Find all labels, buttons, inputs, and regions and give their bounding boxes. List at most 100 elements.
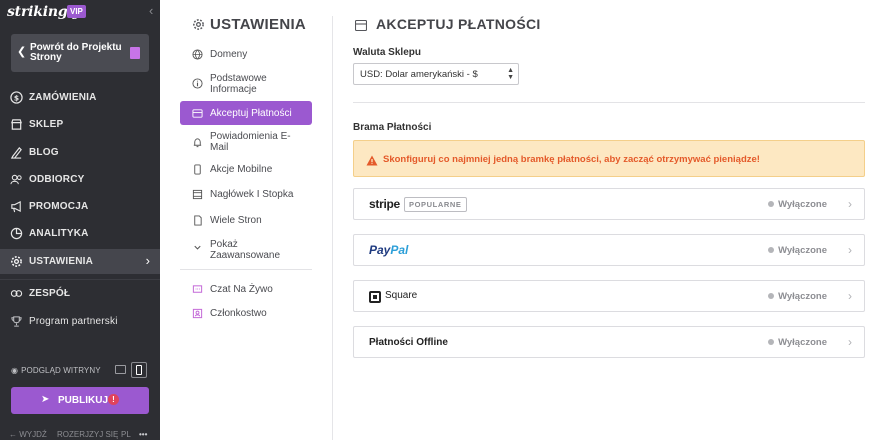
desktop-preview-icon[interactable] bbox=[115, 365, 126, 374]
subnav-accept-payments-label: Akceptuj Płatności bbox=[210, 108, 292, 119]
logout-link[interactable]: ← WYJDŹ bbox=[9, 430, 47, 439]
publish-alert-badge: ! bbox=[108, 394, 119, 405]
currency-value: USD: Dolar amerykański - $ bbox=[360, 69, 478, 80]
section-divider bbox=[353, 102, 865, 103]
mobile-preview-toggle[interactable] bbox=[131, 362, 147, 378]
nav-partner-program[interactable]: Program partnerski bbox=[0, 309, 160, 334]
sidebar-divider bbox=[0, 279, 160, 280]
info-icon bbox=[192, 78, 203, 89]
nav-orders[interactable]: $ ZAMÓWIENIA bbox=[0, 85, 160, 110]
gateway-stripe-row[interactable]: stripe POPULARNE Wyłączone › bbox=[353, 188, 865, 220]
subnav-show-advanced[interactable]: Pokaż Zaawansowane bbox=[180, 238, 312, 262]
preview-text: PODGLĄD WITRYNY bbox=[21, 366, 101, 375]
subnav-divider bbox=[180, 269, 312, 270]
gear-icon bbox=[10, 255, 23, 268]
chevron-right-icon: › bbox=[848, 243, 852, 257]
warning-banner: Skonfiguruj co najmniej jedną bramkę pła… bbox=[353, 140, 865, 177]
subnav-domains-label: Domeny bbox=[210, 49, 248, 60]
collapse-sidebar-icon[interactable]: ‹ bbox=[149, 3, 153, 18]
pages-icon bbox=[192, 215, 203, 226]
page-icon bbox=[130, 47, 140, 59]
subnav-membership[interactable]: Członkostwo bbox=[180, 307, 312, 321]
currency-select[interactable]: USD: Dolar amerykański - $ ▲ ▼ bbox=[353, 63, 519, 85]
bell-icon bbox=[192, 137, 203, 148]
subnav-mobile-actions-label: Akcje Mobilne bbox=[210, 164, 273, 175]
more-menu-icon[interactable]: ••• bbox=[139, 430, 147, 439]
currency-label: Waluta Sklepu bbox=[353, 47, 421, 58]
back-to-site-button[interactable]: ❮ Powrót do Projektu Strony bbox=[11, 34, 149, 72]
status-dot bbox=[768, 247, 774, 253]
subnav-membership-label: Członkostwo bbox=[210, 308, 267, 319]
nav-blog[interactable]: BLOG bbox=[0, 140, 160, 165]
vip-badge: VIP bbox=[67, 5, 86, 18]
language-link[interactable]: PL bbox=[121, 430, 131, 439]
back-to-site-label: Powrót do Projektu Strony bbox=[30, 42, 122, 63]
mobile-icon bbox=[192, 164, 203, 175]
select-arrows-icon: ▲ ▼ bbox=[507, 67, 514, 81]
expand-link[interactable]: ROZERJZYJ SIĘ bbox=[57, 430, 118, 439]
publish-label: PUBLIKUJ bbox=[58, 395, 109, 406]
gateway-paypal-row[interactable]: PayPal Wyłączone › bbox=[353, 234, 865, 266]
page-title: AKCEPTUJ PŁATNOŚCI bbox=[376, 16, 541, 32]
chevron-right-icon: › bbox=[848, 197, 852, 211]
subnav-basic-info-label: Podstawowe Informacje bbox=[210, 73, 267, 95]
status-dot bbox=[768, 201, 774, 207]
payment-gateway-label: Brama Płatności bbox=[353, 122, 432, 133]
subnav-live-chat[interactable]: Czat Na Żywo bbox=[180, 283, 312, 297]
subnav-multiple-pages[interactable]: Wiele Stron bbox=[180, 214, 312, 228]
nav-promotion[interactable]: PROMOCJA bbox=[0, 194, 160, 219]
status-dot bbox=[768, 339, 774, 345]
popular-tag: POPULARNE bbox=[404, 197, 467, 212]
subnav-basic-info[interactable]: Podstawowe Informacje bbox=[180, 72, 312, 96]
gateway-status: Wyłączone bbox=[778, 245, 827, 256]
settings-subnav: USTAWIENIA Domeny Podstawowe Informacje … bbox=[180, 0, 332, 440]
column-divider bbox=[332, 16, 333, 440]
subnav-email-notifications-label: Powiadomienia E-Mail bbox=[210, 131, 291, 153]
layout-icon bbox=[192, 189, 203, 200]
nav-team-label: ZESPÓŁ bbox=[29, 288, 71, 299]
credit-card-icon bbox=[354, 18, 368, 32]
subnav-email-notifications[interactable]: Powiadomienia E-Mail bbox=[180, 131, 312, 155]
gateway-square-row[interactable]: Square Wyłączone › bbox=[353, 280, 865, 312]
chat-icon bbox=[192, 284, 203, 295]
globe-icon bbox=[192, 49, 203, 60]
svg-text:$: $ bbox=[14, 93, 19, 102]
nav-settings[interactable]: USTAWIENIA › bbox=[0, 249, 160, 274]
nav-analytics-label: ANALITYKA bbox=[29, 228, 89, 239]
chart-pie-icon bbox=[10, 227, 23, 240]
chevron-left-icon: ❮ bbox=[17, 46, 27, 58]
nav-blog-label: BLOG bbox=[29, 147, 59, 158]
nav-audience[interactable]: ODBIORCY bbox=[0, 167, 160, 192]
gateway-status: Wyłączone bbox=[778, 337, 827, 348]
chevron-right-icon: › bbox=[848, 335, 852, 349]
subnav-mobile-actions[interactable]: Akcje Mobilne bbox=[180, 163, 312, 177]
chevron-right-icon: › bbox=[145, 253, 150, 268]
store-icon bbox=[10, 118, 23, 131]
nav-analytics[interactable]: ANALITYKA bbox=[0, 221, 160, 246]
gateway-offline-row[interactable]: Płatności Offline Wyłączone › bbox=[353, 326, 865, 358]
nav-audience-label: ODBIORCY bbox=[29, 174, 85, 185]
megaphone-icon bbox=[10, 200, 23, 213]
eye-icon: ◉ bbox=[11, 366, 19, 375]
rocket-icon: ➤ bbox=[41, 394, 50, 405]
subnav-domains[interactable]: Domeny bbox=[180, 48, 312, 62]
site-preview-label: ◉ PODGLĄD WITRYNY bbox=[11, 366, 101, 375]
stripe-logo: stripe bbox=[369, 197, 400, 211]
gateway-status: Wyłączone bbox=[778, 199, 827, 210]
subnav-header-footer-label: Nagłówek I Stopka bbox=[210, 189, 294, 200]
publish-button[interactable]: ➤ PUBLIKUJ ! bbox=[11, 387, 149, 414]
trophy-icon bbox=[10, 315, 23, 328]
paypal-logo-pal: Pal bbox=[390, 243, 409, 257]
subnav-live-chat-label: Czat Na Żywo bbox=[210, 284, 273, 295]
subnav-accept-payments[interactable]: Akceptuj Płatności bbox=[180, 101, 312, 125]
nav-partner-label: Program partnerski bbox=[29, 316, 118, 327]
main-sidebar: strikingly VIP ‹ ❮ Powrót do Projektu St… bbox=[0, 0, 160, 440]
subnav-header-footer[interactable]: Nagłówek I Stopka bbox=[180, 188, 312, 202]
nav-store[interactable]: SKLEP bbox=[0, 112, 160, 137]
paypal-logo: PayPal bbox=[369, 243, 408, 257]
nav-team[interactable]: ZESPÓŁ bbox=[0, 281, 160, 306]
sidebar-footer: ← WYJDŹ ROZERJZYJ SIĘ PL ••• bbox=[0, 428, 160, 440]
paypal-logo-pay: Pay bbox=[369, 243, 391, 257]
chevron-right-icon: › bbox=[848, 289, 852, 303]
square-logo-icon bbox=[369, 291, 381, 303]
